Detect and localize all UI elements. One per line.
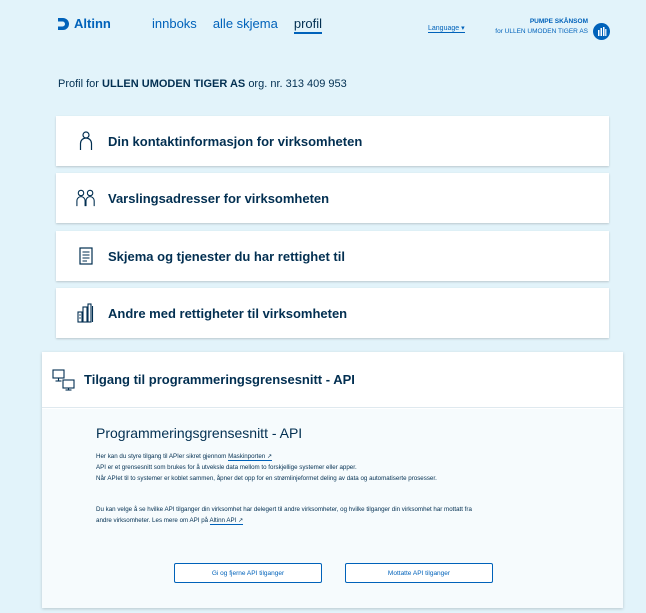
api-more-text: andre virksomheter. Les mere om API på [96,517,209,524]
received-api-access-button[interactable]: Mottatte API tilganger [345,563,493,583]
api-paragraph: API er et grensesnitt som brukes for å u… [96,464,357,471]
maskinporten-link[interactable]: Maskinporten ↗ [228,453,273,461]
language-dropdown[interactable]: Language ▾ [428,24,465,33]
user-org: for ULLEN UMODEN TIGER AS [495,28,588,35]
card-notification-addresses[interactable]: Varslingsadresser for virksomheten [56,173,609,223]
organization-name: ULLEN UMODEN TIGER AS [102,78,246,90]
api-intro-text: Her kan du styre tilgang til APIer sikre… [96,453,227,460]
card-others-with-rights[interactable]: Andre med rettigheter til virksomheten [56,288,609,338]
api-card-body: Programmeringsgrensesnitt - API Her kan … [42,409,623,608]
main-nav: innboks alle skjema profil [152,16,323,34]
nav-all-forms[interactable]: alle skjema [213,16,278,34]
card-label: Din kontaktinformasjon for virksomheten [108,133,363,149]
api-paragraph: Her kan du styre tilgang til APIer sikre… [96,451,606,462]
nav-profile[interactable]: profil [293,16,323,34]
organization-avatar-icon[interactable] [593,23,610,40]
chevron-down-icon: ▾ [461,25,465,32]
people-icon [76,187,96,209]
api-card-header[interactable]: Tilgang til programmeringsgrensesnitt - … [42,352,623,408]
user-name: PUMPE SKÅNSOM [529,18,588,25]
altinn-logo-icon [58,17,69,30]
api-description: Her kan du styre tilgang til APIer sikre… [96,451,606,484]
api-paragraph: andre virksomheter. Les mere om API på A… [96,515,606,526]
card-contact-info[interactable]: Din kontaktinformasjon for virksomheten [56,116,609,166]
api-card-label: Tilgang til programmeringsgrensesnitt - … [84,372,355,387]
building-icon [76,302,96,324]
card-api-access: Tilgang til programmeringsgrensesnitt - … [42,352,623,608]
card-label: Skjema og tjenester du har rettighet til [108,248,345,264]
profile-prefix: Profil for [58,78,99,90]
logo-text: Altinn [74,16,111,31]
language-label: Language [428,25,460,32]
card-label: Andre med rettigheter til virksomheten [108,305,348,321]
person-icon [76,130,96,152]
top-header: Altinn innboks alle skjema profil Langua… [0,0,646,60]
card-label: Varslingsadresser for virksomheten [108,190,330,206]
card-forms-and-services[interactable]: Skjema og tjenester du har rettighet til [56,231,609,281]
organization-number: org. nr. 313 409 953 [248,78,347,90]
computers-icon [52,368,75,391]
altinn-api-link[interactable]: Altinn API ↗ [209,517,244,525]
nav-inbox[interactable]: innboks [152,16,197,34]
user-menu[interactable]: PUMPE SKÅNSOM for ULLEN UMODEN TIGER AS [495,17,588,37]
document-icon [76,245,96,267]
api-more-info: Du kan velge å se hvilke API tilganger d… [96,504,606,526]
api-section-title: Programmeringsgrensesnitt - API [96,425,303,441]
api-paragraph: Når APIet til to systemer er koblet samm… [96,475,437,482]
profile-heading: Profil for ULLEN UMODEN TIGER AS org. nr… [58,78,347,90]
api-paragraph: Du kan velge å se hvilke API tilganger d… [96,506,472,513]
give-remove-api-access-button[interactable]: Gi og fjerne API tilganger [174,563,322,583]
altinn-logo[interactable]: Altinn [56,16,111,31]
